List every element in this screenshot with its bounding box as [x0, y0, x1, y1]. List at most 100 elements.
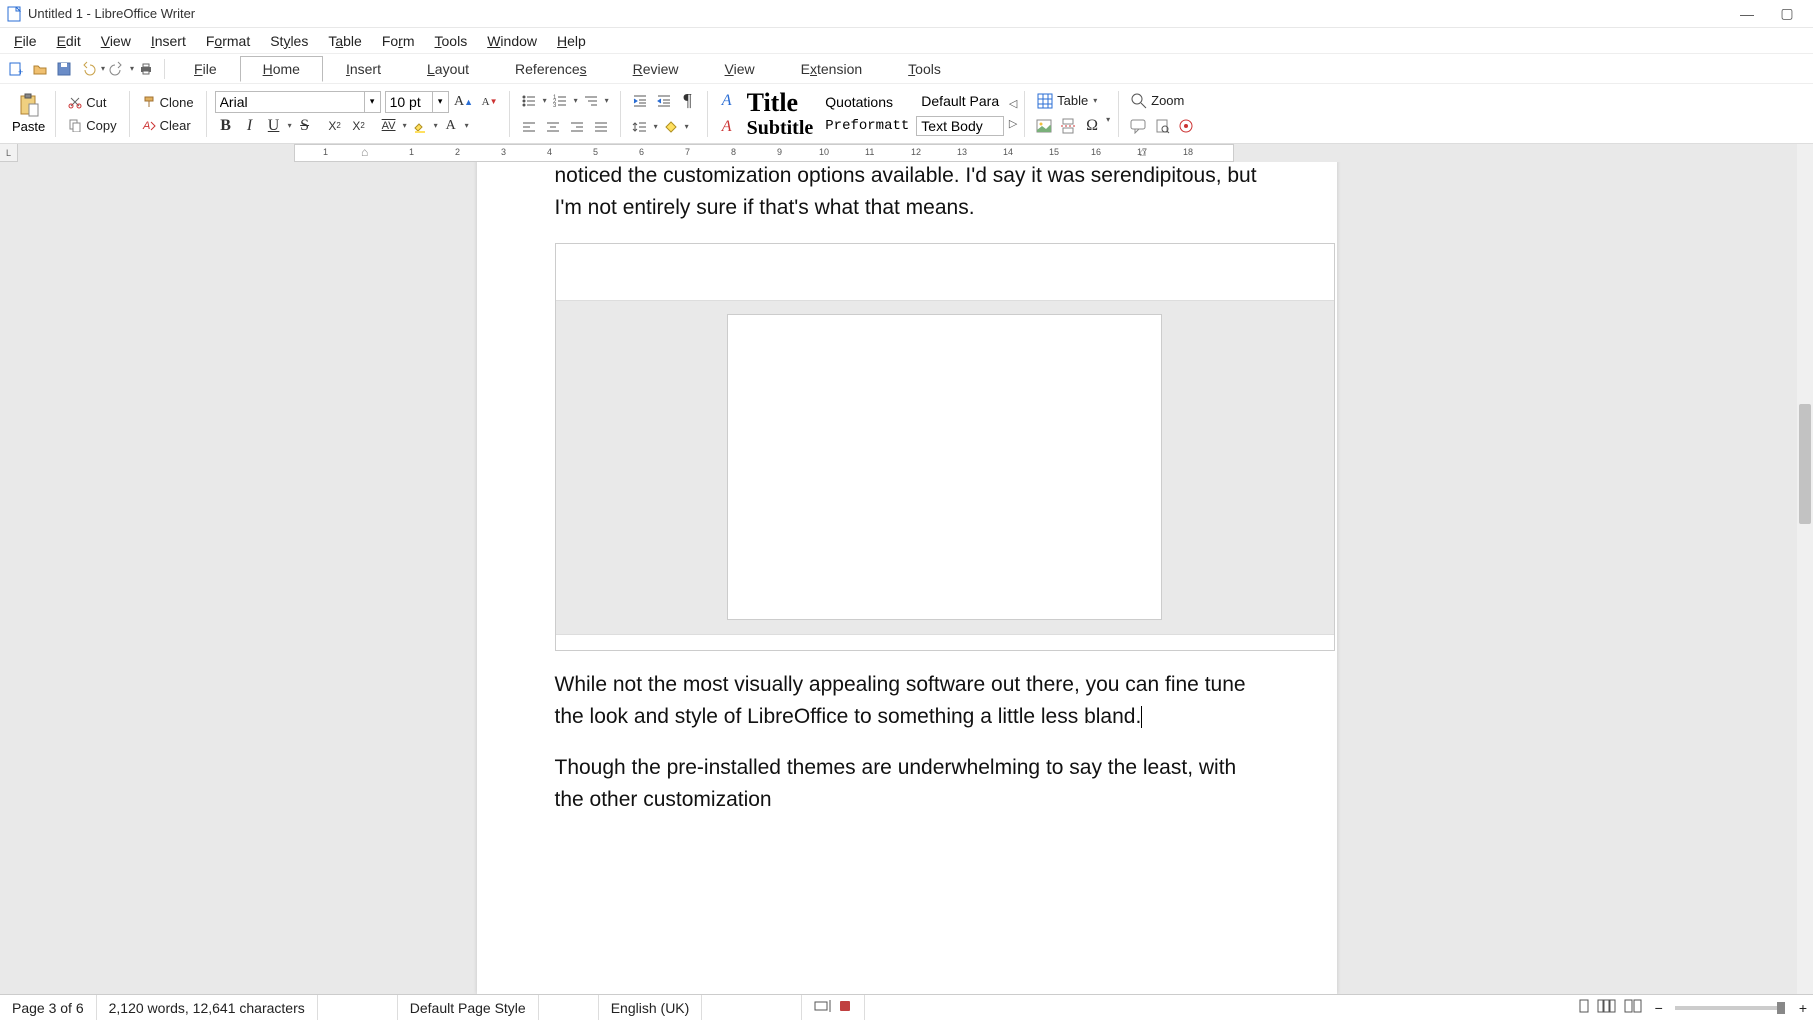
insert-page-break-button[interactable]: [1057, 115, 1079, 137]
font-name-combo[interactable]: ▾: [215, 91, 381, 113]
underline-button[interactable]: U: [263, 115, 285, 137]
open-doc-icon[interactable]: [29, 58, 51, 80]
copy-button[interactable]: Copy: [64, 116, 120, 135]
style-gallery-next[interactable]: ▷: [1006, 114, 1020, 134]
save-icon[interactable]: [53, 58, 75, 80]
menu-help[interactable]: Help: [547, 31, 596, 51]
tab-tools[interactable]: Tools: [885, 56, 964, 82]
increase-indent-button[interactable]: [629, 90, 651, 112]
tab-layout[interactable]: Layout: [404, 56, 492, 82]
highlight-button[interactable]: [409, 115, 431, 137]
insert-comment-button[interactable]: [1127, 115, 1149, 137]
style-default-para[interactable]: Default Para: [916, 92, 1004, 110]
decrease-indent-button[interactable]: [653, 90, 675, 112]
tab-file[interactable]: File: [171, 56, 240, 82]
menu-tools[interactable]: Tools: [425, 31, 478, 51]
menu-format[interactable]: Format: [196, 31, 260, 51]
zoom-button[interactable]: Zoom: [1127, 91, 1197, 111]
tab-view[interactable]: View: [702, 56, 778, 82]
font-color-dropdown[interactable]: ▾: [465, 121, 469, 130]
status-page-style[interactable]: Default Page Style: [398, 995, 539, 1020]
number-list-dropdown[interactable]: ▾: [574, 96, 578, 105]
signature-status-icon[interactable]: [838, 999, 852, 1016]
superscript-button[interactable]: X2: [348, 115, 370, 137]
insert-image-button[interactable]: [1033, 115, 1055, 137]
document-paragraph[interactable]: noticed the customization options availa…: [555, 162, 1259, 223]
font-name-input[interactable]: [215, 91, 365, 113]
font-color-button[interactable]: A: [440, 115, 462, 137]
style-text-body[interactable]: Text Body: [916, 116, 1004, 136]
zoom-slider[interactable]: [1675, 1006, 1785, 1010]
style-title[interactable]: Title: [742, 89, 819, 117]
bold-button[interactable]: B: [215, 115, 237, 137]
style-gallery-prev[interactable]: ◁: [1006, 94, 1020, 114]
vertical-scrollbar[interactable]: [1797, 144, 1813, 994]
print-icon[interactable]: [135, 58, 157, 80]
background-color-dropdown[interactable]: ▾: [685, 122, 689, 131]
tab-review[interactable]: Review: [610, 56, 702, 82]
insert-symbol-dropdown[interactable]: ▾: [1106, 115, 1110, 137]
menu-window[interactable]: Window: [477, 31, 547, 51]
shrink-font-icon[interactable]: A▼: [479, 91, 501, 113]
multi-page-view-icon[interactable]: [1597, 998, 1617, 1017]
style-quotations[interactable]: Quotations: [820, 93, 914, 111]
char-style-icon[interactable]: A: [716, 116, 738, 138]
italic-button[interactable]: I: [239, 115, 261, 137]
zoom-slider-knob[interactable]: [1777, 1002, 1785, 1014]
menu-form[interactable]: Form: [372, 31, 425, 51]
font-size-dropdown[interactable]: ▾: [433, 91, 449, 113]
insert-table-button[interactable]: Table ▾: [1033, 91, 1110, 111]
insert-mode-icon[interactable]: [814, 999, 832, 1016]
line-spacing-button[interactable]: [629, 116, 651, 138]
status-language[interactable]: English (UK): [599, 995, 703, 1020]
book-view-icon[interactable]: [1623, 998, 1643, 1017]
outline-list-dropdown[interactable]: ▾: [605, 96, 609, 105]
background-color-button[interactable]: [660, 116, 682, 138]
align-right-button[interactable]: [566, 116, 588, 138]
minimize-button[interactable]: —: [1727, 2, 1767, 26]
style-subtitle[interactable]: Subtitle: [742, 117, 819, 139]
new-doc-icon[interactable]: +: [5, 58, 27, 80]
formatting-marks-button[interactable]: ¶: [677, 90, 699, 112]
scrollbar-thumb[interactable]: [1799, 404, 1811, 524]
zoom-in-button[interactable]: +: [1793, 1000, 1813, 1016]
paste-button[interactable]: Paste: [6, 93, 51, 134]
font-size-input[interactable]: [385, 91, 433, 113]
subscript-button[interactable]: X2: [324, 115, 346, 137]
status-word-count[interactable]: 2,120 words, 12,641 characters: [97, 995, 318, 1020]
align-left-button[interactable]: [518, 116, 540, 138]
para-style-icon[interactable]: A: [716, 90, 738, 112]
undo-icon[interactable]: [77, 58, 99, 80]
clone-format-button[interactable]: Clone: [138, 93, 198, 112]
tab-home[interactable]: Home: [240, 56, 323, 82]
menu-styles[interactable]: Styles: [260, 31, 318, 51]
tab-references[interactable]: References: [492, 56, 610, 82]
align-center-button[interactable]: [542, 116, 564, 138]
menu-view[interactable]: View: [91, 31, 141, 51]
bullet-list-dropdown[interactable]: ▾: [543, 96, 547, 105]
font-size-combo[interactable]: ▾: [385, 91, 449, 113]
cut-button[interactable]: Cut: [64, 93, 120, 112]
underline-dropdown[interactable]: ▾: [288, 121, 292, 130]
embedded-screenshot-image[interactable]: [555, 243, 1335, 651]
bullet-list-button[interactable]: [518, 90, 540, 112]
font-name-dropdown[interactable]: ▾: [365, 91, 381, 113]
clear-format-button[interactable]: A Clear: [138, 116, 198, 135]
single-page-view-icon[interactable]: [1577, 998, 1591, 1017]
menu-edit[interactable]: Edit: [47, 31, 91, 51]
highlight-dropdown[interactable]: ▾: [434, 121, 438, 130]
align-justify-button[interactable]: [590, 116, 612, 138]
menu-file[interactable]: File: [4, 31, 47, 51]
ruler-left-indent-marker[interactable]: ⌂: [361, 145, 368, 159]
maximize-button[interactable]: ▢: [1767, 2, 1807, 26]
menu-table[interactable]: Table: [318, 31, 371, 51]
style-preformatted[interactable]: Preformatt: [820, 117, 914, 135]
redo-icon[interactable]: [106, 58, 128, 80]
horizontal-ruler[interactable]: ⌂ ⌂ 1 1 2 3 4 5 6 7 8 9 10 11 12 13 14 1…: [294, 144, 1234, 162]
tab-extension[interactable]: Extension: [778, 56, 886, 82]
line-spacing-dropdown[interactable]: ▾: [654, 122, 658, 131]
insert-symbol-button[interactable]: Ω: [1081, 115, 1103, 137]
tab-insert[interactable]: Insert: [323, 56, 404, 82]
redo-dropdown[interactable]: ▾: [130, 64, 134, 73]
document-paragraph[interactable]: Though the pre-installed themes are unde…: [555, 752, 1259, 815]
